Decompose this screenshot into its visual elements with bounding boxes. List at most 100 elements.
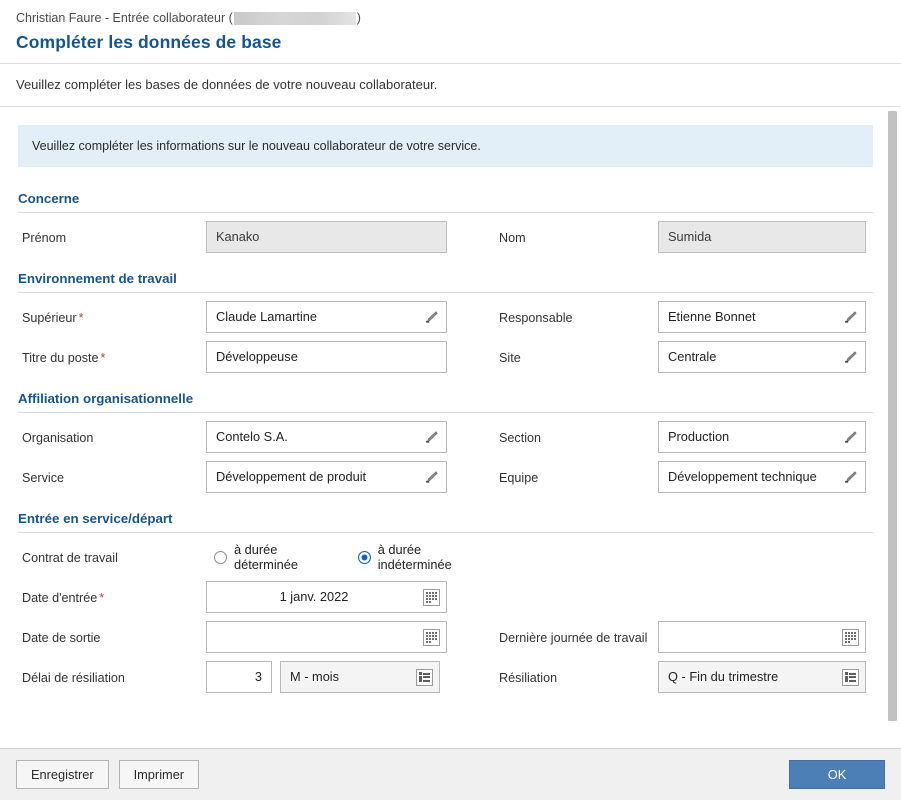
pencil-icon[interactable] bbox=[840, 467, 860, 487]
field-section: Section Production bbox=[493, 421, 873, 453]
field-label-responsable: Responsable bbox=[499, 311, 573, 325]
field-label-titre-poste: Titre du poste * bbox=[22, 351, 106, 365]
field-row-organisation: Organisation Contelo S.A. Section Produc… bbox=[16, 419, 873, 459]
pencil-icon-svg bbox=[844, 350, 857, 363]
field-label-nom: Nom bbox=[499, 231, 526, 245]
form-scroll-area: Veuillez compléter les informations sur … bbox=[0, 107, 901, 748]
input-derniere-journee[interactable] bbox=[658, 621, 866, 653]
ok-button[interactable]: OK bbox=[789, 760, 885, 789]
save-button[interactable]: Enregistrer bbox=[16, 760, 109, 789]
section-concerne: Concerne Prénom Kanako Nom Sumida bbox=[16, 181, 873, 259]
field-label-date-entree: Date d'entrée * bbox=[22, 591, 105, 605]
print-button[interactable]: Imprimer bbox=[118, 760, 200, 789]
field-service: Service Développement de produit bbox=[16, 461, 493, 493]
input-service[interactable]: Développement de produit bbox=[206, 461, 447, 493]
calendar-icon-grid bbox=[841, 628, 859, 646]
pencil-icon[interactable] bbox=[840, 307, 860, 327]
input-site-value: Centrale bbox=[668, 349, 717, 364]
section-affiliation: Affiliation organisationnelle Organisati… bbox=[16, 381, 873, 499]
list-icon-rows bbox=[841, 668, 859, 686]
section-entree-depart: Entrée en service/départ Contrat de trav… bbox=[16, 501, 873, 699]
field-label-delai-resiliation: Délai de résiliation bbox=[22, 671, 125, 685]
field-derniere-journee: Dernière journée de travail bbox=[493, 621, 873, 653]
pencil-icon[interactable] bbox=[421, 467, 441, 487]
radio-button-duree-indeterminee[interactable] bbox=[357, 550, 371, 564]
field-row-service: Service Développement de produit Equipe … bbox=[16, 459, 873, 499]
select-delai-resiliation-unit[interactable]: M - mois bbox=[280, 661, 440, 693]
input-date-entree[interactable]: 1 janv. 2022 bbox=[206, 581, 447, 613]
pencil-icon[interactable] bbox=[840, 347, 860, 367]
input-site[interactable]: Centrale bbox=[658, 341, 866, 373]
breadcrumb-suffix: ) bbox=[356, 11, 361, 25]
page-subtitle: Veuillez compléter les bases de données … bbox=[0, 64, 901, 107]
input-organisation[interactable]: Contelo S.A. bbox=[206, 421, 447, 453]
field-row-date-sortie: Date de sortie Dernière journée de trava… bbox=[16, 619, 873, 659]
radio-label-duree-indeterminee: à durée indéterminée bbox=[377, 542, 452, 572]
input-nom: Sumida bbox=[658, 221, 866, 253]
field-label-resiliation: Résiliation bbox=[499, 671, 558, 685]
dialog-header: Christian Faure - Entrée collaborateur (… bbox=[0, 0, 901, 64]
breadcrumb: Christian Faure - Entrée collaborateur (… bbox=[16, 10, 885, 27]
section-title-entree-depart: Entrée en service/départ bbox=[18, 511, 173, 526]
input-section-value: Production bbox=[668, 429, 730, 444]
input-responsable-value: Etienne Bonnet bbox=[668, 309, 756, 324]
dialog-footer: Enregistrer Imprimer OK bbox=[0, 748, 901, 800]
field-row-date-entree: Date d'entrée * 1 janv. 2022 bbox=[16, 579, 873, 619]
input-equipe[interactable]: Développement technique bbox=[658, 461, 866, 493]
input-service-value: Développement de produit bbox=[216, 469, 367, 484]
pencil-icon-svg bbox=[844, 430, 857, 443]
field-contrat-travail: Contrat de travail à durée déterminée à … bbox=[16, 541, 493, 573]
field-row-superieur: Supérieur * Claude Lamartine Responsable… bbox=[16, 299, 873, 339]
vertical-scrollbar[interactable] bbox=[888, 107, 897, 748]
required-marker: * bbox=[99, 591, 105, 605]
radio-group-contrat: à durée déterminée à durée indéterminée bbox=[206, 541, 493, 573]
field-label-service: Service bbox=[22, 471, 64, 485]
input-organisation-value: Contelo S.A. bbox=[216, 429, 288, 444]
pencil-icon[interactable] bbox=[421, 307, 441, 327]
field-label-date-sortie: Date de sortie bbox=[22, 631, 101, 645]
scrollbar-thumb[interactable] bbox=[888, 111, 897, 721]
field-equipe: Equipe Développement technique bbox=[493, 461, 873, 493]
radio-option-duree-determinee[interactable]: à durée déterminée bbox=[214, 542, 340, 572]
radio-button-duree-determinee[interactable] bbox=[214, 550, 227, 564]
section-title-affiliation: Affiliation organisationnelle bbox=[18, 391, 194, 406]
input-delai-resiliation-number[interactable]: 3 bbox=[206, 661, 272, 693]
input-titre-poste[interactable]: Développeuse bbox=[206, 341, 447, 373]
section-divider bbox=[18, 292, 873, 293]
pencil-icon[interactable] bbox=[421, 427, 441, 447]
field-label-organisation: Organisation bbox=[22, 431, 94, 445]
redacted-identifier bbox=[233, 12, 356, 25]
select-resiliation[interactable]: Q - Fin du trimestre bbox=[658, 661, 866, 693]
field-label-derniere-journee: Dernière journée de travail bbox=[499, 631, 648, 645]
field-label-equipe: Equipe bbox=[499, 471, 539, 485]
section-environnement: Environnement de travail Supérieur * Clau… bbox=[16, 261, 873, 379]
calendar-icon-grid bbox=[422, 628, 440, 646]
required-marker: * bbox=[78, 311, 84, 325]
list-icon[interactable] bbox=[414, 667, 434, 687]
pencil-icon[interactable] bbox=[840, 427, 860, 447]
input-nom-value: Sumida bbox=[668, 229, 712, 244]
info-banner: Veuillez compléter les informations sur … bbox=[18, 125, 873, 167]
field-label-superieur: Supérieur * bbox=[22, 311, 84, 325]
field-organisation: Organisation Contelo S.A. bbox=[16, 421, 493, 453]
field-label-section: Section bbox=[499, 431, 542, 445]
list-icon[interactable] bbox=[840, 667, 860, 687]
input-date-sortie[interactable] bbox=[206, 621, 447, 653]
calendar-icon[interactable] bbox=[421, 587, 441, 607]
breadcrumb-prefix: Christian Faure - Entrée collaborateur ( bbox=[16, 11, 233, 25]
input-responsable[interactable]: Etienne Bonnet bbox=[658, 301, 866, 333]
pencil-icon-svg bbox=[844, 310, 857, 323]
field-prenom: Prénom Kanako bbox=[16, 221, 493, 253]
field-row-titre-poste: Titre du poste * Développeuse Site Centra… bbox=[16, 339, 873, 379]
input-section[interactable]: Production bbox=[658, 421, 866, 453]
calendar-icon-grid bbox=[422, 588, 440, 606]
input-superieur-value: Claude Lamartine bbox=[216, 309, 318, 324]
radio-label-duree-determinee: à durée déterminée bbox=[234, 542, 299, 572]
section-title-concerne: Concerne bbox=[18, 191, 80, 206]
radio-option-duree-indeterminee[interactable]: à durée indéterminée bbox=[357, 542, 493, 572]
input-superieur[interactable]: Claude Lamartine bbox=[206, 301, 447, 333]
page-title: Compléter les données de base bbox=[16, 32, 282, 52]
calendar-icon[interactable] bbox=[421, 627, 441, 647]
required-marker: * bbox=[100, 351, 106, 365]
calendar-icon[interactable] bbox=[840, 627, 860, 647]
